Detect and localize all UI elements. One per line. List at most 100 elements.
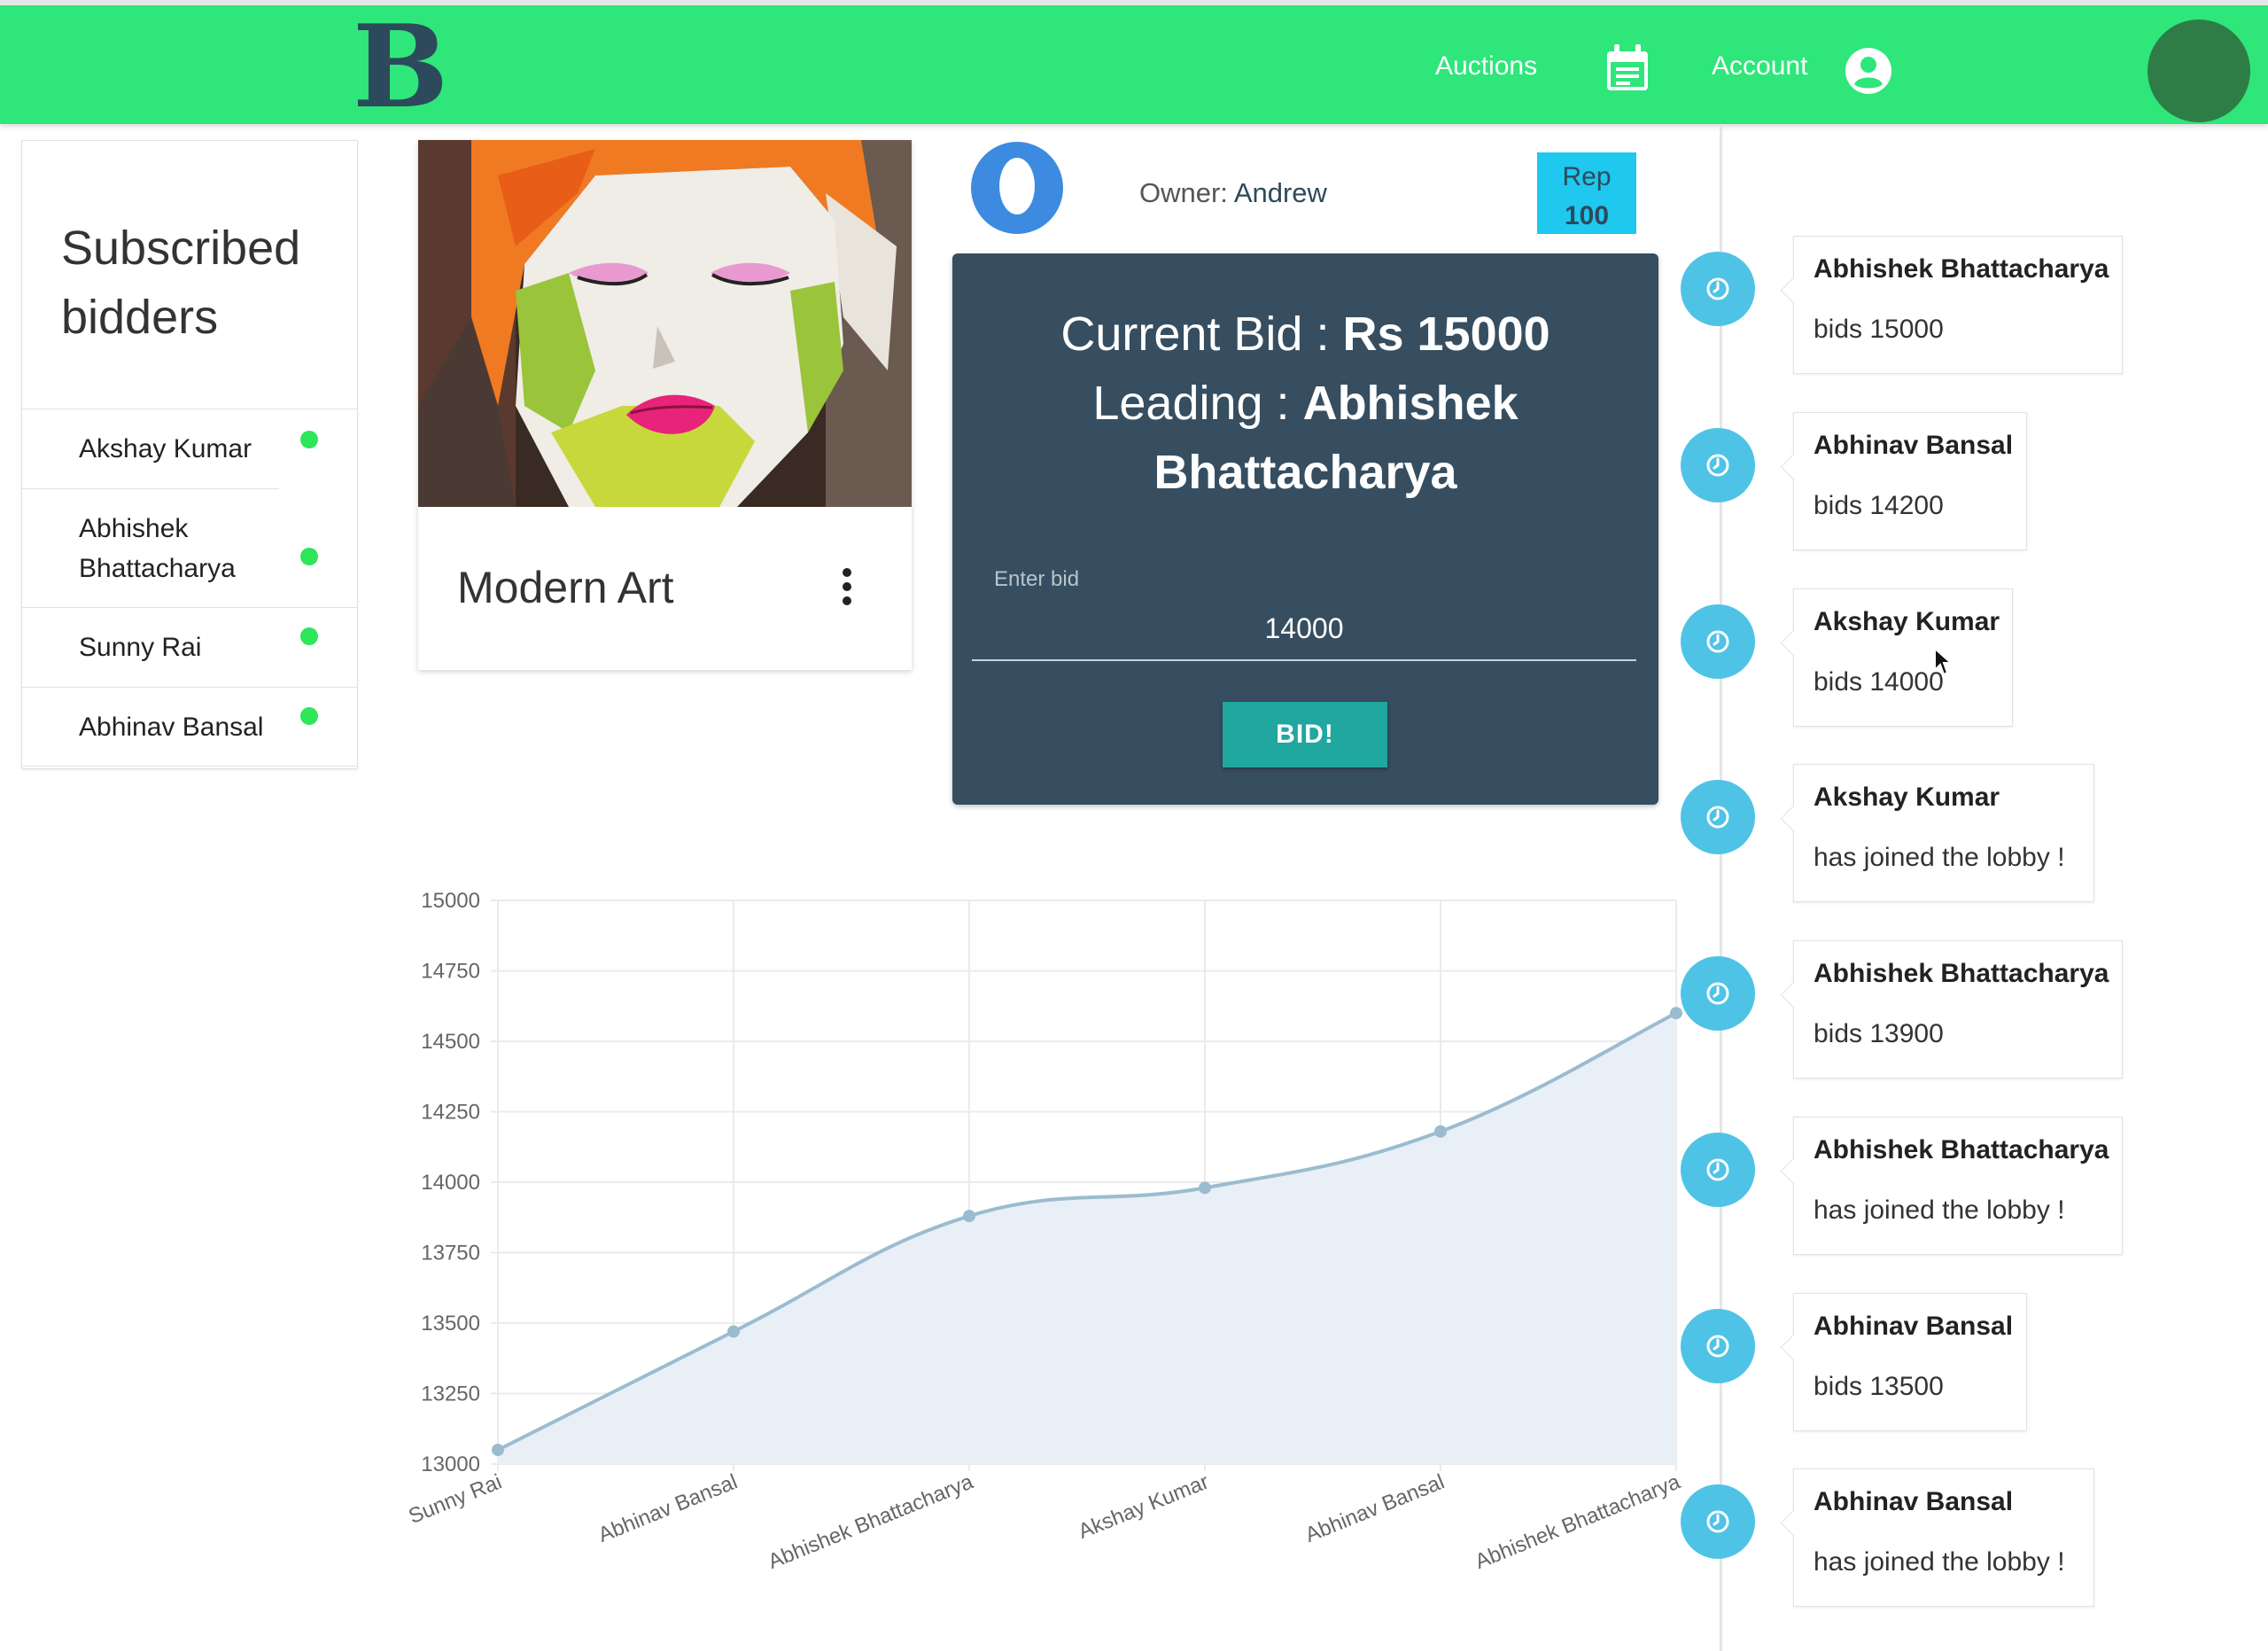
y-tick-label: 13500 [421,1312,480,1336]
leading-bidder-first: Abhishek [1302,377,1518,430]
clock-icon [1681,956,1755,1031]
bidder-name: Sunny Rai [79,633,202,662]
timeline-event: Abhinav Bansal bids 14200 [1681,412,2124,554]
user-avatar[interactable] [2148,19,2250,122]
x-tick-label: Abhishek Bhattacharya [765,1469,977,1574]
nav-account-link[interactable]: Account [1712,51,1807,82]
account-circle-icon[interactable] [1845,47,1892,95]
y-tick-label: 13750 [421,1242,480,1266]
event-bidder-name: Abhishek Bhattacharya [1814,959,2109,988]
owner-avatar [971,142,1063,234]
y-tick-label: 14000 [421,1171,480,1195]
event-bidder-name: Abhishek Bhattacharya [1814,254,2109,284]
event-message: has joined the lobby ! [1814,843,2065,872]
event-message: bids 14000 [1814,667,1944,697]
clock-icon [1681,1484,1755,1559]
current-bid-value: Rs 15000 [1342,308,1550,361]
bid-panel: Current Bid : Rs 15000 Leading : Abhishe… [952,253,1658,805]
rep-value: 100 [1564,201,1610,230]
bid-amount-input[interactable] [972,597,1636,661]
reputation-badge: Rep 100 [1537,152,1636,234]
artwork-image [418,140,912,507]
timeline-event: Abhishek Bhattacharya has joined the lobb… [1681,1117,2124,1258]
clock-icon [1681,1133,1755,1207]
timeline-event: Abhishek Bhattacharya bids 13900 [1681,940,2124,1082]
mouse-cursor-icon [1934,647,1953,676]
owner-label: Owner: [1139,177,1228,208]
event-message: bids 14200 [1814,491,1944,520]
event-message: has joined the lobby ! [1814,1195,2065,1225]
top-nav-bar: B Auctions Account [0,0,2268,124]
event-message: bids 13500 [1814,1372,1944,1401]
clock-icon [1681,252,1755,326]
timeline-event-card: Abhishek Bhattacharya bids 13900 [1793,940,2123,1079]
subscribed-bidders-panel: Subscribed bidders Akshay Kumar Abhishek… [21,140,358,769]
clock-icon [1681,428,1755,502]
x-tick-label: Abhishek Bhattacharya [1472,1469,1683,1574]
nav-auctions-link[interactable]: Auctions [1435,51,1537,82]
online-status-dot [300,431,318,448]
timeline-event: Akshay Kumar bids 14000 [1681,588,2124,730]
x-tick-label: Abhinav Bansal [594,1470,741,1548]
timeline-event: Abhinav Bansal bids 13500 [1681,1293,2124,1435]
more-vertical-icon[interactable] [842,567,852,606]
event-bidder-name: Abhinav Bansal [1814,431,2014,460]
leading-label: Leading : [1092,377,1290,430]
item-title: Modern Art [457,563,674,612]
event-message: bids 15000 [1814,315,1944,344]
current-bid-label: Current Bid : [1060,308,1330,361]
bid-history-chart: 15000 14750 14500 14250 14000 13750 13500 13250… [405,889,1683,1574]
brand-logo[interactable]: B [353,11,448,124]
data-point [963,1210,975,1223]
data-point [492,1444,504,1457]
bidder-row[interactable]: Akshay Kumar [22,409,357,488]
owner-name[interactable]: Andrew [1234,177,1327,208]
event-bidder-name: Akshay Kumar [1814,783,2000,812]
event-message: bids 13900 [1814,1019,1944,1048]
timeline-event: Akshay Kumar has joined the lobby ! [1681,764,2124,906]
bid-status: Current Bid : Rs 15000 Leading : Abhishe… [952,300,1658,507]
bidder-row[interactable]: Abhinav Bansal [22,687,357,767]
bidder-row[interactable]: Abhishek Bhattacharya [22,488,318,607]
clock-icon [1681,780,1755,854]
timeline-event: Abhishek Bhattacharya bids 15000 [1681,236,2124,378]
online-status-dot [300,627,318,645]
bid-button[interactable]: BID! [1223,702,1387,767]
online-status-dot [300,707,318,725]
area-fill [498,1013,1676,1464]
bidder-name: Akshay Kumar [79,434,252,463]
event-bidder-name: Abhishek Bhattacharya [1814,1135,2109,1164]
timeline-event-card: Abhinav Bansal bids 13500 [1793,1293,2027,1431]
event-message: has joined the lobby ! [1814,1547,2065,1577]
event-bidder-name: Abhinav Bansal [1814,1312,2014,1341]
timeline-event-card: Akshay Kumar bids 14000 [1793,588,2013,727]
y-tick-label: 14250 [421,1101,480,1125]
timeline-event-card: Akshay Kumar has joined the lobby ! [1793,764,2094,902]
online-status-dot [300,548,318,565]
clock-icon [1681,1309,1755,1383]
owner-info: Owner: Andrew [1139,177,1327,209]
event-bidder-name: Akshay Kumar [1814,607,2000,636]
data-point [727,1325,740,1338]
y-tick-label: 13000 [421,1452,480,1476]
bidder-name: Abhishek Bhattacharya [79,513,236,583]
timeline-event-card: Abhishek Bhattacharya bids 15000 [1793,236,2123,374]
data-point [1199,1181,1211,1195]
calendar-icon[interactable] [1605,44,1650,92]
data-point [1434,1125,1447,1138]
x-tick-label: Akshay Kumar [1075,1470,1212,1544]
data-point [1670,1007,1682,1020]
bid-input-label: Enter bid [994,567,1080,591]
bidders-list: Akshay Kumar Abhishek Bhattacharya Sunny… [22,409,357,767]
y-tick-label: 13250 [421,1382,480,1406]
x-tick-label: Sunny Rai [405,1470,505,1530]
rep-label: Rep [1562,162,1612,191]
timeline-event-card: Abhishek Bhattacharya has joined the lobb… [1793,1117,2123,1255]
event-bidder-name: Abhinav Bansal [1814,1487,2014,1516]
bidder-row[interactable]: Sunny Rai [22,607,357,687]
panel-title: Subscribed bidders [61,222,301,344]
timeline-event: Abhinav Bansal has joined the lobby ! [1681,1468,2124,1610]
x-tick-label: Abhinav Bansal [1301,1470,1448,1548]
timeline-event-card: Abhinav Bansal bids 14200 [1793,412,2027,550]
clock-icon [1681,604,1755,679]
